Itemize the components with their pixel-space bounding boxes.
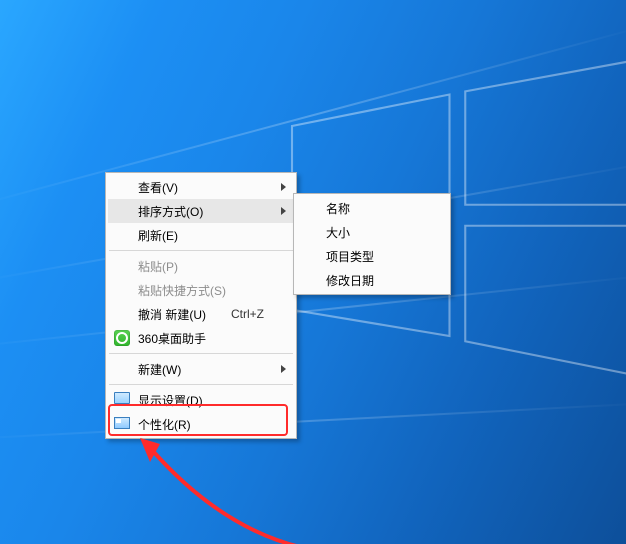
menu-item-label: 修改日期 bbox=[326, 272, 418, 289]
menu-item-label: 显示设置(D) bbox=[138, 392, 264, 409]
menu-item-label: 刷新(E) bbox=[138, 227, 264, 244]
light-streak bbox=[0, 402, 626, 441]
annotation-arrow-icon bbox=[130, 432, 310, 544]
sort-submenu: 名称 大小 项目类型 修改日期 bbox=[293, 193, 451, 295]
menu-item-label: 个性化(R) bbox=[138, 416, 264, 433]
menu-item-label: 撤消 新建(U) bbox=[138, 306, 219, 323]
menu-separator bbox=[109, 250, 293, 251]
personalize-icon bbox=[114, 417, 130, 429]
menu-item-paste-shortcut: 粘贴快捷方式(S) bbox=[108, 278, 294, 302]
menu-separator bbox=[109, 384, 293, 385]
submenu-item-date[interactable]: 修改日期 bbox=[296, 268, 448, 292]
menu-item-undo-new[interactable]: 撤消 新建(U) Ctrl+Z bbox=[108, 302, 294, 326]
menu-item-label: 粘贴快捷方式(S) bbox=[138, 282, 264, 299]
menu-separator bbox=[109, 353, 293, 354]
desktop-context-menu: 查看(V) 排序方式(O) 刷新(E) 粘贴(P) 粘贴快捷方式(S) 撤消 新… bbox=[105, 172, 297, 439]
menu-item-label: 排序方式(O) bbox=[138, 203, 264, 220]
menu-item-display-settings[interactable]: 显示设置(D) bbox=[108, 388, 294, 412]
menu-item-refresh[interactable]: 刷新(E) bbox=[108, 223, 294, 247]
menu-item-label: 查看(V) bbox=[138, 179, 264, 196]
menu-item-label: 项目类型 bbox=[326, 248, 418, 265]
monitor-icon bbox=[114, 392, 130, 404]
menu-item-label: 新建(W) bbox=[138, 361, 264, 378]
menu-item-new[interactable]: 新建(W) bbox=[108, 357, 294, 381]
menu-item-view[interactable]: 查看(V) bbox=[108, 175, 294, 199]
menu-item-paste: 粘贴(P) bbox=[108, 254, 294, 278]
menu-item-shortcut: Ctrl+Z bbox=[231, 307, 264, 321]
menu-item-label: 360桌面助手 bbox=[138, 330, 264, 347]
menu-item-label: 大小 bbox=[326, 224, 418, 241]
submenu-arrow-icon bbox=[281, 207, 286, 215]
menu-item-360-helper[interactable]: 360桌面助手 bbox=[108, 326, 294, 350]
menu-item-sort[interactable]: 排序方式(O) bbox=[108, 199, 294, 223]
submenu-item-type[interactable]: 项目类型 bbox=[296, 244, 448, 268]
menu-item-label: 名称 bbox=[326, 200, 418, 217]
desktop[interactable]: 查看(V) 排序方式(O) 刷新(E) 粘贴(P) 粘贴快捷方式(S) 撤消 新… bbox=[0, 0, 626, 544]
submenu-arrow-icon bbox=[281, 365, 286, 373]
light-streak bbox=[0, 24, 626, 207]
submenu-item-size[interactable]: 大小 bbox=[296, 220, 448, 244]
menu-item-label: 粘贴(P) bbox=[138, 258, 264, 275]
submenu-item-name[interactable]: 名称 bbox=[296, 196, 448, 220]
app-360-icon bbox=[114, 330, 130, 346]
menu-item-personalize[interactable]: 个性化(R) bbox=[108, 412, 294, 436]
submenu-arrow-icon bbox=[281, 183, 286, 191]
